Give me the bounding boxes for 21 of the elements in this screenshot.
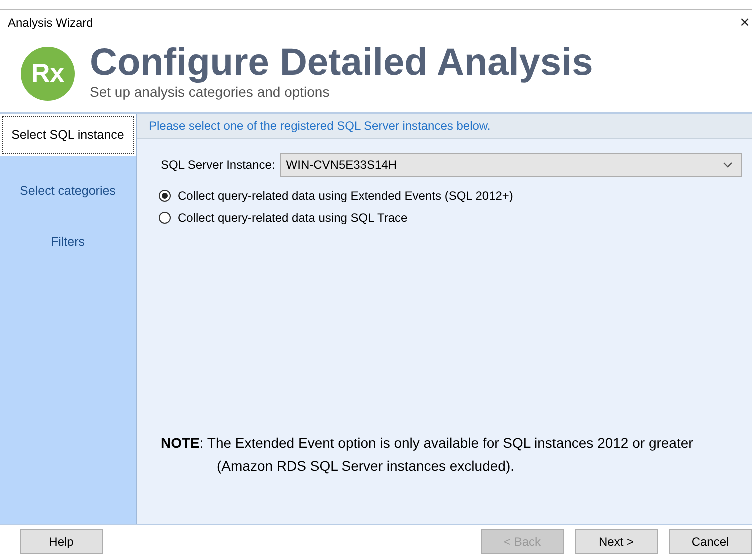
option-label: Collect query-related data using SQL Trace [178,211,408,225]
sidebar-item[interactable]: Select categories [0,165,136,216]
wizard-button[interactable]: Help [20,529,103,554]
window-title: Analysis Wizard [8,16,94,30]
radio-button[interactable] [159,212,171,224]
chevron-down-icon [723,162,733,168]
logo-icon: Rx [21,46,75,100]
instance-dropdown[interactable]: WIN-CVN5E33S14H [280,153,742,177]
page-subtitle: Set up analysis categories and options [90,84,331,100]
sidebar-item[interactable]: Select SQL instance [0,114,136,156]
page-title: Configure Detailed Analysis [90,42,594,84]
radio-button[interactable] [159,190,171,202]
instruction-text: Please select one of the registered SQL Server instances below. [137,114,752,139]
field-label: SQL Server Instance: [161,158,276,172]
wizard-button[interactable]: Next > [575,529,658,554]
note-text: NOTE: The Extended Event option is only available for SQL instances 2012 or greater [161,434,694,453]
option-label: Collect query-related data using Extended Events (SQL 2012+) [178,189,514,203]
note-text: (Amazon RDS SQL Server instances excluded). [216,457,516,476]
close-button[interactable]: × [738,14,752,32]
sidebar-item[interactable]: Filters [0,216,136,267]
wizard-button[interactable]: Cancel [669,529,752,554]
